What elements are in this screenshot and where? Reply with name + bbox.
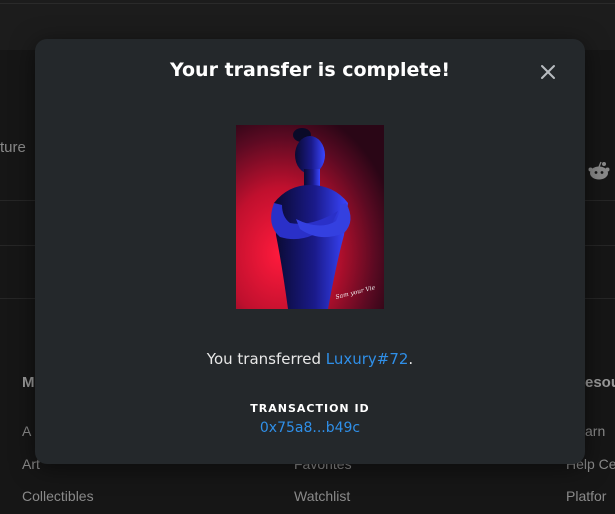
footer-column-heading: esou [585, 374, 615, 391]
nft-artwork: Sam your Vie [236, 125, 384, 309]
footer-link[interactable]: Platfor [566, 488, 606, 504]
transfer-prefix: You transferred [206, 350, 326, 368]
nft-item-link[interactable]: Luxury#72 [326, 350, 409, 368]
transfer-message: You transferred Luxury#72. [35, 350, 585, 368]
footer-link[interactable]: Watchlist [294, 488, 350, 504]
transaction-id-container: 0x75a8...b49c [35, 420, 585, 436]
nft-image: Sam your Vie [236, 125, 384, 309]
modal-title: Your transfer is complete! [169, 59, 450, 81]
background-top-divider [0, 3, 615, 4]
transfer-suffix: . [408, 350, 414, 368]
reddit-icon[interactable] [588, 160, 610, 182]
transfer-complete-modal: Your transfer is complete! Sam your Vie … [35, 39, 585, 464]
close-icon[interactable] [537, 61, 559, 83]
footer-link[interactable]: arn [585, 423, 605, 439]
footer-column-heading: M [22, 374, 35, 391]
footer-link[interactable]: Collectibles [22, 488, 94, 504]
transaction-id-link[interactable]: 0x75a8...b49c [260, 420, 360, 436]
background-partial-text: ture [0, 139, 26, 156]
footer-link[interactable]: A [22, 423, 31, 439]
transaction-id-label: TRANSACTION ID [250, 402, 370, 415]
